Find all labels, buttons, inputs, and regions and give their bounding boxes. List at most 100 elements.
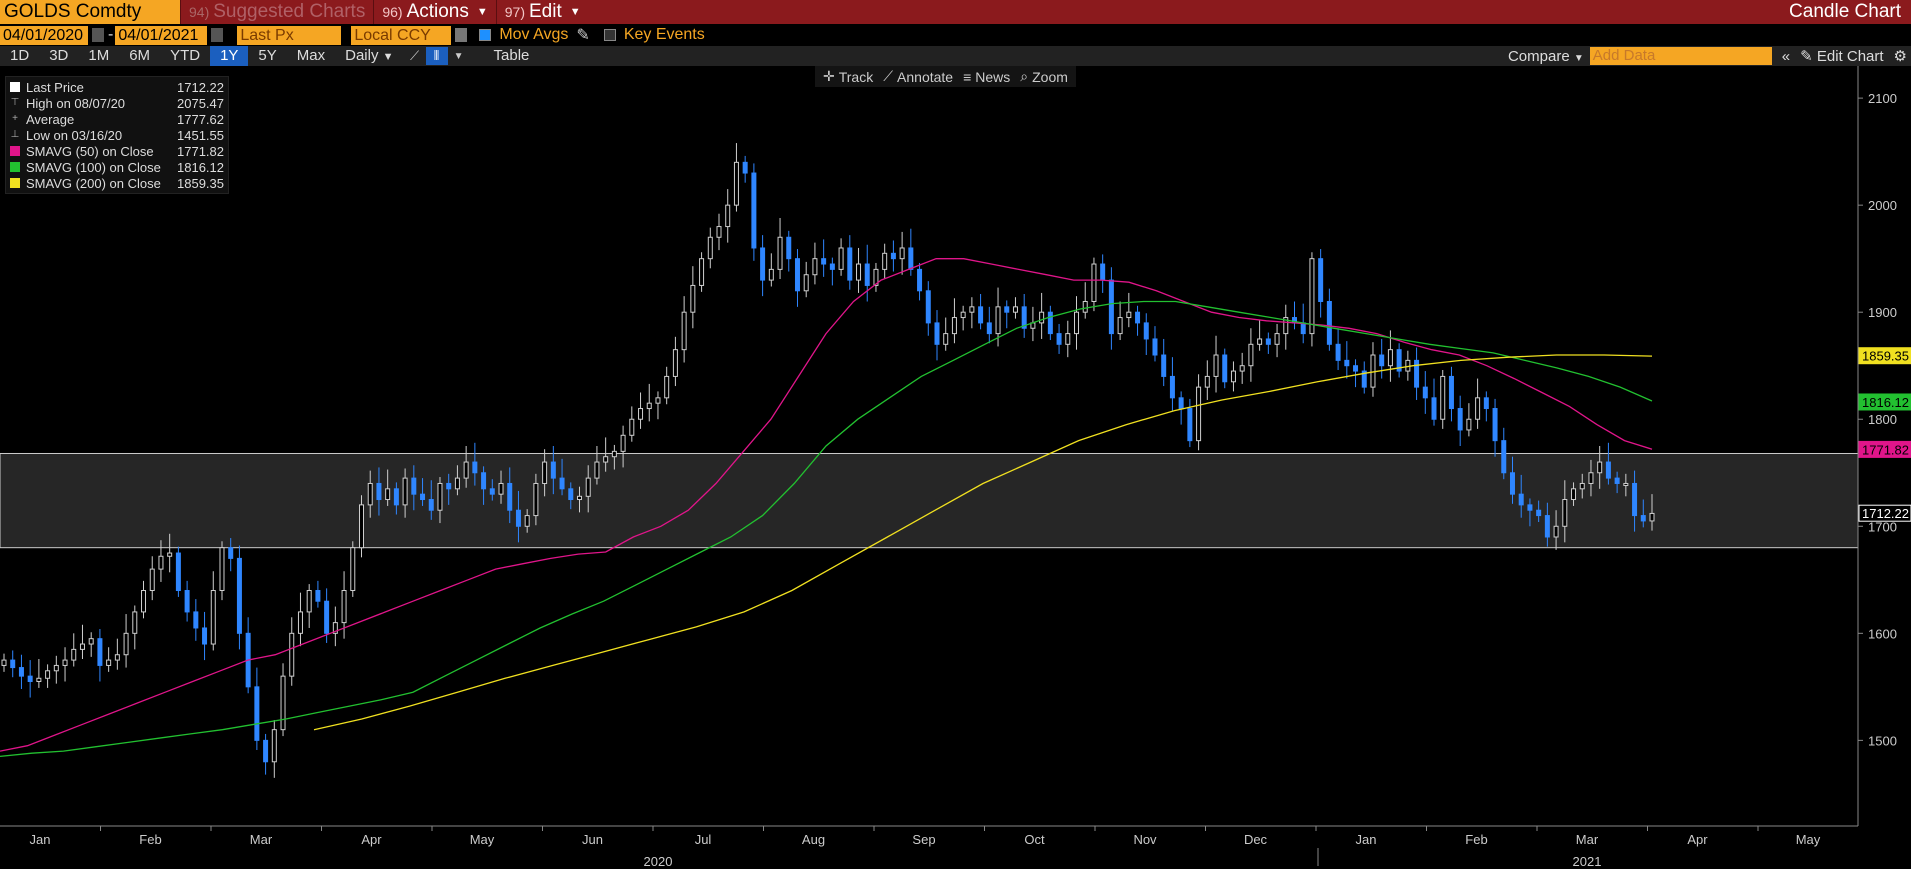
candle-body[interactable]	[1544, 515, 1550, 538]
candle-body[interactable]	[263, 739, 269, 763]
candle-body[interactable]	[158, 555, 164, 570]
field-selector[interactable]: Last Px	[237, 25, 342, 45]
candle-body[interactable]	[1353, 365, 1359, 372]
calendar-icon[interactable]	[211, 28, 224, 42]
candle-body[interactable]	[550, 461, 556, 479]
candle-body[interactable]	[481, 472, 487, 490]
ticker-field[interactable]: GOLDS Comdty	[0, 0, 180, 24]
candle-body[interactable]	[385, 488, 391, 501]
candle-body[interactable]	[1126, 311, 1132, 319]
candle-body[interactable]	[681, 311, 687, 351]
candle-body[interactable]	[1135, 311, 1141, 324]
candle-body[interactable]	[1309, 258, 1315, 335]
candle-body[interactable]	[951, 317, 957, 335]
candle-body[interactable]	[882, 252, 888, 270]
candle-body[interactable]	[594, 461, 600, 479]
candle-body[interactable]	[280, 675, 286, 731]
edit-chart-button[interactable]: ✎ Edit Chart	[1800, 47, 1883, 65]
candle-body[interactable]	[1012, 306, 1018, 313]
candle-body[interactable]	[123, 632, 129, 656]
candle-body[interactable]	[960, 311, 966, 319]
candle-body[interactable]	[1387, 349, 1393, 367]
candle-body[interactable]	[1108, 279, 1114, 335]
candle-body[interactable]	[1257, 338, 1263, 345]
candle-body[interactable]	[1082, 300, 1088, 313]
candle-body[interactable]	[751, 172, 757, 249]
candle-body[interactable]	[254, 686, 260, 741]
candle-body[interactable]	[210, 590, 216, 645]
candle-body[interactable]	[184, 590, 190, 613]
candle-body[interactable]	[760, 247, 766, 281]
candle-body[interactable]	[1178, 397, 1184, 410]
period-1y[interactable]: 1Y	[210, 46, 249, 66]
candle-body[interactable]	[620, 434, 626, 452]
candle-body[interactable]	[986, 322, 992, 335]
candle-body[interactable]	[1300, 322, 1306, 335]
period-5y[interactable]: 5Y	[248, 46, 286, 66]
candle-body[interactable]	[1501, 440, 1507, 474]
candle-body[interactable]	[324, 600, 330, 634]
collapse-icon[interactable]: «	[1778, 48, 1794, 65]
candle-body[interactable]	[603, 456, 609, 463]
candle-body[interactable]	[53, 664, 59, 672]
candle-body[interactable]	[1326, 300, 1332, 345]
period-max[interactable]: Max	[287, 46, 335, 66]
candle-body[interactable]	[1571, 488, 1577, 501]
candle-body[interactable]	[1056, 333, 1062, 345]
candle-body[interactable]	[768, 268, 774, 281]
candle-body[interactable]	[812, 258, 818, 276]
candle-body[interactable]	[524, 515, 530, 527]
candle-body[interactable]	[1, 659, 7, 666]
candle-body[interactable]	[175, 552, 181, 592]
candle-body[interactable]	[297, 611, 303, 634]
candle-body[interactable]	[114, 654, 120, 661]
candle-body[interactable]	[1649, 512, 1655, 522]
edit-menu[interactable]: 97) Edit ▼	[495, 0, 589, 24]
candle-body[interactable]	[498, 482, 504, 495]
candle-body[interactable]	[193, 611, 199, 629]
start-date-field[interactable]: 04/01/2020	[0, 25, 88, 45]
candle-body[interactable]	[1091, 263, 1097, 302]
candle-body[interactable]	[1265, 338, 1271, 345]
candle-body[interactable]	[1239, 365, 1245, 372]
candle-body[interactable]	[236, 557, 242, 634]
candle-body[interactable]	[202, 627, 208, 645]
candle-body[interactable]	[1466, 418, 1472, 431]
table-button[interactable]: Table	[484, 46, 540, 66]
candle-body[interactable]	[533, 482, 539, 517]
candle-body[interactable]	[864, 263, 870, 286]
candle-body[interactable]	[88, 638, 94, 645]
candle-body[interactable]	[1536, 509, 1542, 517]
candle-body[interactable]	[489, 488, 495, 495]
candle-body[interactable]	[141, 590, 147, 613]
candle-body[interactable]	[1562, 499, 1568, 527]
candle-body[interactable]	[995, 306, 1001, 335]
candle-body[interactable]	[341, 590, 347, 624]
candle-body[interactable]	[908, 247, 914, 270]
period-1m[interactable]: 1M	[78, 46, 119, 66]
candle-body[interactable]	[899, 247, 905, 260]
candle-body[interactable]	[228, 547, 234, 559]
candle-chart[interactable]: 1500160017001800190020002100Jan Feb Mar Apr…	[0, 66, 1911, 869]
candle-body[interactable]	[97, 638, 103, 666]
candle-body[interactable]	[402, 477, 408, 506]
candle-body[interactable]	[376, 482, 382, 501]
candle-body[interactable]	[585, 477, 591, 497]
candle-body[interactable]	[149, 568, 155, 592]
candle-body[interactable]	[1318, 258, 1324, 302]
compare-menu[interactable]: Compare ▼	[1508, 48, 1584, 65]
candle-body[interactable]	[934, 322, 940, 345]
candle-body[interactable]	[1152, 338, 1158, 356]
candle-body[interactable]	[1605, 461, 1611, 479]
candle-body[interactable]	[45, 670, 51, 679]
candle-body[interactable]	[1213, 354, 1219, 377]
candle-body[interactable]	[1414, 359, 1420, 388]
candle-body[interactable]	[1509, 472, 1515, 495]
candle-body[interactable]	[646, 402, 652, 410]
candle-body[interactable]	[917, 268, 923, 292]
candle-body[interactable]	[472, 461, 478, 474]
candle-body[interactable]	[1004, 306, 1010, 313]
candle-body[interactable]	[1588, 472, 1594, 484]
candle-body[interactable]	[1457, 408, 1463, 431]
candle-body[interactable]	[1196, 386, 1202, 442]
